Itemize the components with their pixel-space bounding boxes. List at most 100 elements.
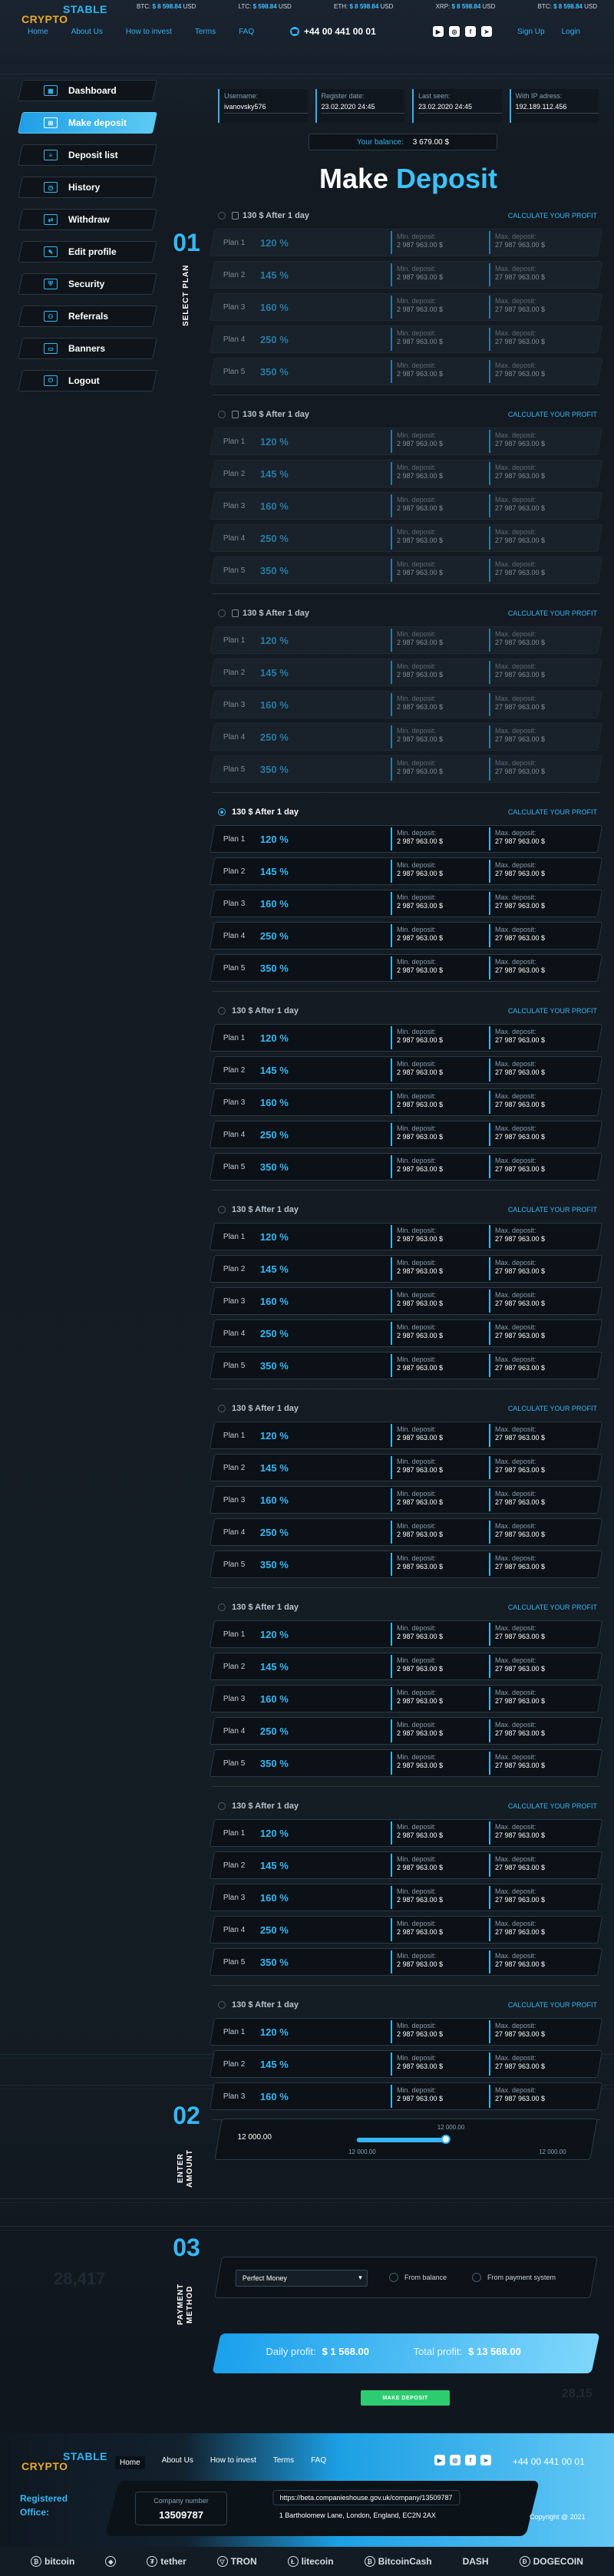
plan-row[interactable]: Plan 3 160 % Min. deposit: 2 987 963.00 $ Ma… bbox=[209, 1088, 603, 1116]
login-link[interactable]: Login bbox=[562, 28, 580, 36]
option-from-balance[interactable]: From balance bbox=[389, 2273, 447, 2282]
plan-row[interactable]: Plan 1 120 % Min. deposit: 2 987 963.00 $ Ma… bbox=[209, 626, 603, 654]
plan-row[interactable]: Plan 3 160 % Min. deposit: 2 987 963.00 $ Ma… bbox=[209, 293, 603, 321]
header-phone[interactable]: ☎ +44 00 441 00 01 bbox=[290, 26, 376, 37]
radio-button[interactable] bbox=[218, 1007, 226, 1015]
plan-row[interactable]: Plan 2 145 % Min. deposit: 2 987 963.00 $ Ma… bbox=[209, 659, 603, 686]
plan-row[interactable]: Plan 5 350 % Min. deposit: 2 987 963.00 $ Ma… bbox=[209, 1551, 603, 1578]
calculate-profit-link[interactable]: CALCULATE YOUR PROFIT bbox=[508, 609, 597, 617]
calculate-profit-link[interactable]: CALCULATE YOUR PROFIT bbox=[508, 411, 597, 418]
sidebar-item-security[interactable]: ⛨ Security bbox=[18, 273, 157, 295]
footer-nav-about[interactable]: About Us bbox=[162, 2456, 193, 2469]
plan-row[interactable]: Plan 3 160 % Min. deposit: 2 987 963.00 $ Ma… bbox=[209, 691, 603, 718]
facebook-icon[interactable]: f bbox=[465, 26, 476, 37]
radio-button[interactable] bbox=[218, 1603, 226, 1611]
plan-row[interactable]: Plan 3 160 % Min. deposit: 2 987 963.00 $ Ma… bbox=[209, 1287, 603, 1315]
radio-button[interactable] bbox=[218, 1206, 226, 1214]
plan-row[interactable]: Plan 2 145 % Min. deposit: 2 987 963.00 $ Ma… bbox=[209, 1851, 603, 1879]
plan-group-header[interactable]: 130 $ After 1 day CALCULATE YOUR PROFIT bbox=[212, 207, 600, 224]
plan-row[interactable]: Plan 1 120 % Min. deposit: 2 987 963.00 $ Ma… bbox=[209, 1422, 603, 1449]
plan-group-header[interactable]: 130 $ After 1 day CALCULATE YOUR PROFIT bbox=[212, 1599, 600, 1616]
nav-about[interactable]: About Us bbox=[71, 28, 103, 36]
sidebar-item-history[interactable]: ◷ History bbox=[18, 177, 157, 198]
plan-row[interactable]: Plan 4 250 % Min. deposit: 2 987 963.00 $ Ma… bbox=[209, 1518, 603, 1546]
radio-button[interactable] bbox=[218, 609, 226, 617]
sidebar-item-withdraw[interactable]: ⇄ Withdraw bbox=[18, 209, 157, 230]
radio-button[interactable] bbox=[472, 2273, 481, 2282]
radio-button[interactable] bbox=[218, 1802, 226, 1810]
radio-button[interactable] bbox=[218, 808, 226, 816]
calculate-profit-link[interactable]: CALCULATE YOUR PROFIT bbox=[508, 1206, 597, 1214]
calculate-profit-link[interactable]: CALCULATE YOUR PROFIT bbox=[508, 1802, 597, 1810]
plan-row[interactable]: Plan 1 120 % Min. deposit: 2 987 963.00 $ Ma… bbox=[209, 1223, 603, 1250]
amount-input[interactable]: 12 000.00 bbox=[237, 2133, 272, 2142]
plan-row[interactable]: Plan 4 250 % Min. deposit: 2 987 963.00 $ Ma… bbox=[209, 922, 603, 949]
telegram-icon[interactable]: ➤ bbox=[480, 2455, 491, 2465]
plan-group-header[interactable]: 130 $ After 1 day CALCULATE YOUR PROFIT bbox=[212, 1201, 600, 1218]
footer-phone[interactable]: +44 00 441 00 01 bbox=[513, 2456, 585, 2467]
plan-row[interactable]: Plan 4 250 % Min. deposit: 2 987 963.00 $ Ma… bbox=[209, 1916, 603, 1944]
payment-select[interactable]: Perfect Money ▾ bbox=[235, 2270, 368, 2287]
plan-row[interactable]: Plan 1 120 % Min. deposit: 2 987 963.00 $ Ma… bbox=[209, 825, 603, 853]
calculate-profit-link[interactable]: CALCULATE YOUR PROFIT bbox=[508, 1007, 597, 1015]
nav-faq[interactable]: FAQ bbox=[239, 28, 254, 36]
plan-group-header[interactable]: 130 $ After 1 day CALCULATE YOUR PROFIT bbox=[212, 406, 600, 423]
nav-how-to-invest[interactable]: How to invest bbox=[126, 28, 172, 36]
instagram-icon[interactable]: ◎ bbox=[449, 26, 460, 37]
youtube-icon[interactable]: ▶ bbox=[434, 2455, 445, 2465]
company-link[interactable]: https://beta.companieshouse.gov.uk/compa… bbox=[272, 2490, 460, 2505]
radio-button[interactable] bbox=[389, 2273, 398, 2282]
plan-row[interactable]: Plan 4 250 % Min. deposit: 2 987 963.00 $ Ma… bbox=[209, 1121, 603, 1148]
sidebar-item-edit-profile[interactable]: ✎ Edit profile bbox=[18, 241, 157, 263]
make-deposit-button[interactable]: MAKE DEPOSIT bbox=[361, 2390, 450, 2406]
plan-row[interactable]: Plan 3 160 % Min. deposit: 2 987 963.00 $ Ma… bbox=[209, 492, 603, 520]
plan-row[interactable]: Plan 1 120 % Min. deposit: 2 987 963.00 $ Ma… bbox=[209, 229, 603, 256]
plan-row[interactable]: Plan 5 350 % Min. deposit: 2 987 963.00 $ Ma… bbox=[209, 755, 603, 783]
radio-button[interactable] bbox=[218, 1405, 226, 1412]
plan-row[interactable]: Plan 4 250 % Min. deposit: 2 987 963.00 $ Ma… bbox=[209, 723, 603, 751]
plan-row[interactable]: Plan 4 250 % Min. deposit: 2 987 963.00 $ Ma… bbox=[209, 524, 603, 552]
plan-row[interactable]: Plan 4 250 % Min. deposit: 2 987 963.00 $ Ma… bbox=[209, 1717, 603, 1745]
plan-row[interactable]: Plan 1 120 % Min. deposit: 2 987 963.00 $ Ma… bbox=[209, 1024, 603, 1052]
sidebar-item-banners[interactable]: ▭ Banners bbox=[18, 338, 157, 359]
plan-row[interactable]: Plan 5 350 % Min. deposit: 2 987 963.00 $ Ma… bbox=[209, 954, 603, 982]
amount-slider[interactable] bbox=[356, 2135, 451, 2144]
plan-group-header[interactable]: 130 $ After 1 day CALCULATE YOUR PROFIT bbox=[212, 1996, 600, 2013]
plan-row[interactable]: Plan 5 350 % Min. deposit: 2 987 963.00 $ Ma… bbox=[209, 1352, 603, 1379]
calculate-profit-link[interactable]: CALCULATE YOUR PROFIT bbox=[508, 212, 597, 220]
radio-button[interactable] bbox=[218, 212, 226, 220]
plan-group-header[interactable]: 130 $ After 1 day CALCULATE YOUR PROFIT bbox=[212, 605, 600, 622]
plan-group-header[interactable]: 130 $ After 1 day CALCULATE YOUR PROFIT bbox=[212, 1400, 600, 1417]
plan-row[interactable]: Plan 3 160 % Min. deposit: 2 987 963.00 $ Ma… bbox=[209, 1884, 603, 1911]
sidebar-item-dashboard[interactable]: ▦ Dashboard bbox=[18, 80, 157, 101]
footer-nav-terms[interactable]: Terms bbox=[273, 2456, 294, 2469]
plan-row[interactable]: Plan 2 145 % Min. deposit: 2 987 963.00 $ Ma… bbox=[209, 1653, 603, 1680]
plan-row[interactable]: Plan 5 350 % Min. deposit: 2 987 963.00 $ Ma… bbox=[209, 358, 603, 385]
calculate-profit-link[interactable]: CALCULATE YOUR PROFIT bbox=[508, 2001, 597, 2009]
nav-terms[interactable]: Terms bbox=[195, 28, 216, 36]
plan-row[interactable]: Plan 1 120 % Min. deposit: 2 987 963.00 $ Ma… bbox=[209, 428, 603, 455]
plan-row[interactable]: Plan 5 350 % Min. deposit: 2 987 963.00 $ Ma… bbox=[209, 1749, 603, 1777]
plan-group-header[interactable]: 130 $ After 1 day CALCULATE YOUR PROFIT bbox=[212, 1798, 600, 1815]
radio-button[interactable] bbox=[218, 411, 226, 418]
plan-row[interactable]: Plan 2 145 % Min. deposit: 2 987 963.00 $ Ma… bbox=[209, 1454, 603, 1481]
footer-nav-home[interactable]: Home bbox=[115, 2456, 145, 2469]
plan-row[interactable]: Plan 3 160 % Min. deposit: 2 987 963.00 $ Ma… bbox=[209, 2082, 603, 2110]
nav-home[interactable]: Home bbox=[28, 28, 48, 36]
plan-row[interactable]: Plan 2 145 % Min. deposit: 2 987 963.00 $ Ma… bbox=[209, 460, 603, 487]
plan-row[interactable]: Plan 5 350 % Min. deposit: 2 987 963.00 $ Ma… bbox=[209, 1948, 603, 1976]
plan-row[interactable]: Plan 5 350 % Min. deposit: 2 987 963.00 $ Ma… bbox=[209, 556, 603, 584]
calculate-profit-link[interactable]: CALCULATE YOUR PROFIT bbox=[508, 808, 597, 816]
plan-group-header[interactable]: 130 $ After 1 day CALCULATE YOUR PROFIT bbox=[212, 1002, 600, 1019]
sidebar-item-make-deposit[interactable]: ⊞ Make deposit bbox=[18, 112, 157, 134]
plan-row[interactable]: Plan 4 250 % Min. deposit: 2 987 963.00 $ Ma… bbox=[209, 1319, 603, 1347]
plan-row[interactable]: Plan 2 145 % Min. deposit: 2 987 963.00 $ Ma… bbox=[209, 1056, 603, 1084]
footer-nav-faq[interactable]: FAQ bbox=[311, 2456, 326, 2469]
plan-row[interactable]: Plan 1 120 % Min. deposit: 2 987 963.00 $ Ma… bbox=[209, 2018, 603, 2046]
plan-row[interactable]: Plan 1 120 % Min. deposit: 2 987 963.00 $ Ma… bbox=[209, 1620, 603, 1648]
instagram-icon[interactable]: ◎ bbox=[450, 2455, 460, 2465]
plan-row[interactable]: Plan 4 250 % Min. deposit: 2 987 963.00 $ Ma… bbox=[209, 325, 603, 353]
calculate-profit-link[interactable]: CALCULATE YOUR PROFIT bbox=[508, 1405, 597, 1412]
plan-row[interactable]: Plan 2 145 % Min. deposit: 2 987 963.00 $ Ma… bbox=[209, 261, 603, 289]
sidebar-item-logout[interactable]: ⏻ Logout bbox=[18, 370, 157, 391]
